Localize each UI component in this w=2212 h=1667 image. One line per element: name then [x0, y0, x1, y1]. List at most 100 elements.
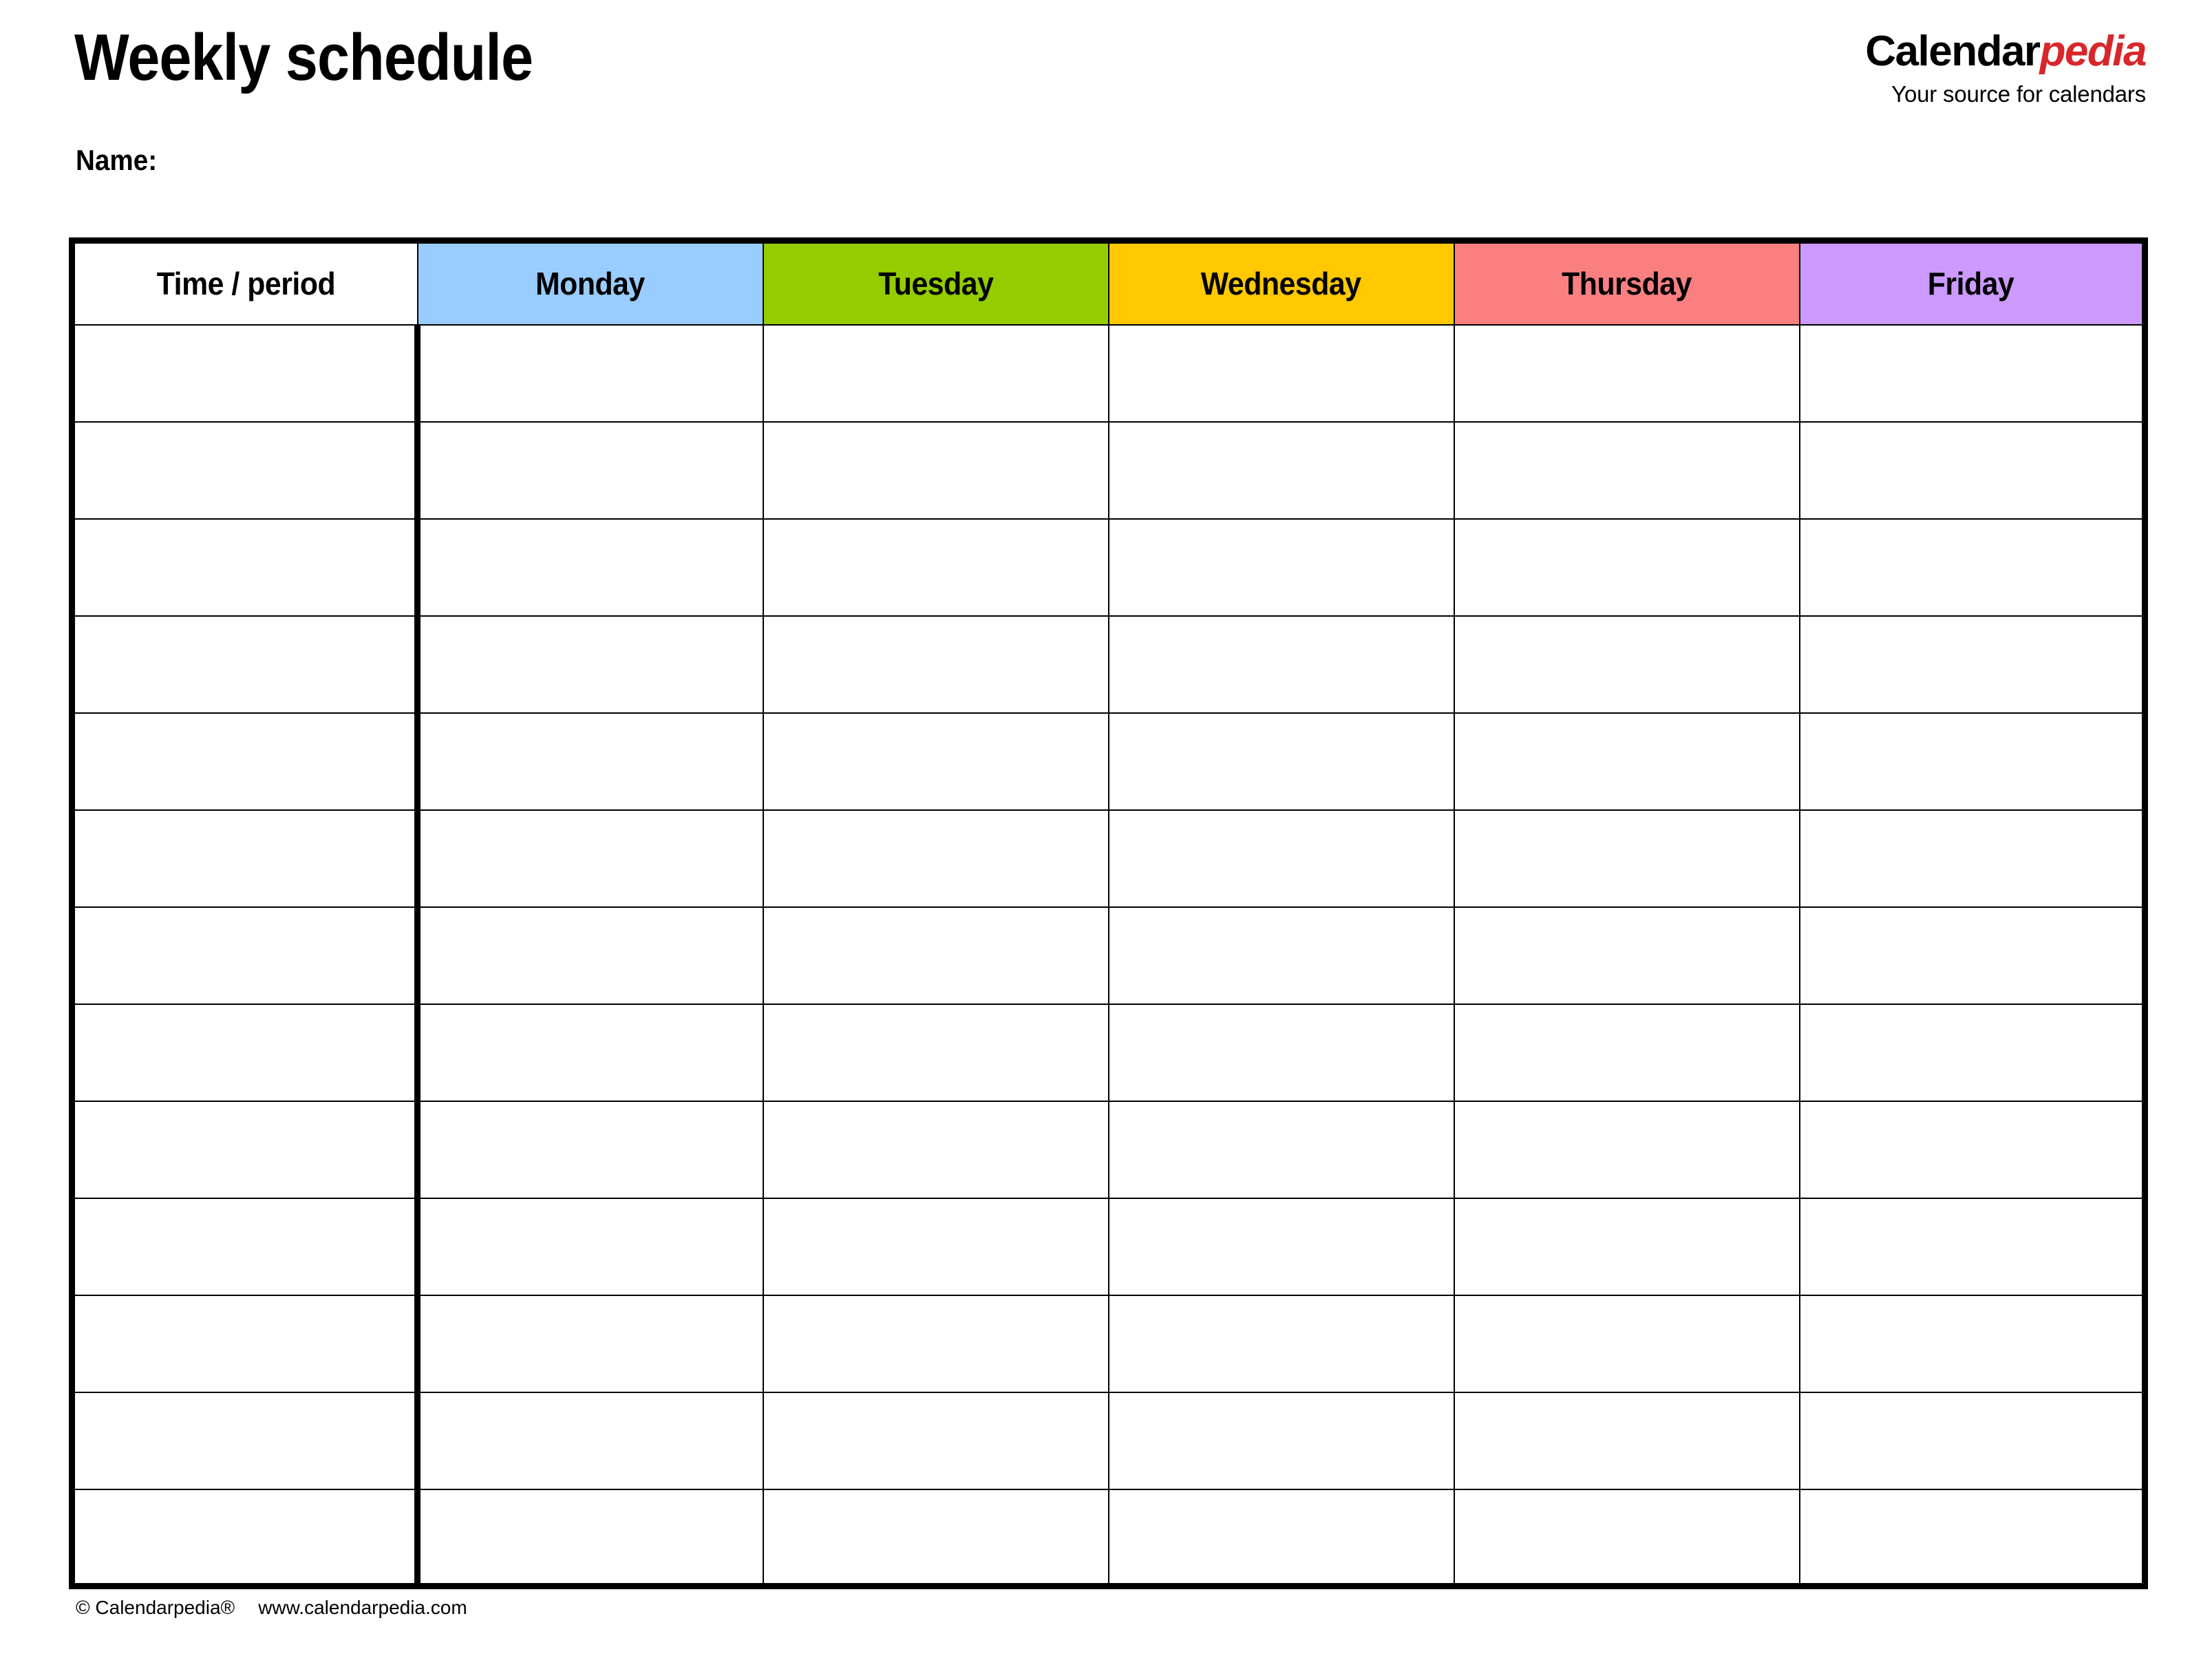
schedule-cell-thursday[interactable] — [1453, 712, 1800, 811]
brand-wordmark-accent: pedia — [2039, 28, 2147, 75]
time-period-cell[interactable] — [71, 1197, 421, 1296]
schedule-cell-tuesday[interactable] — [762, 809, 1109, 908]
schedule-cell-friday[interactable] — [1798, 1100, 2146, 1199]
schedule-cell-tuesday[interactable] — [762, 1488, 1109, 1587]
schedule-cell-wednesday[interactable] — [1107, 906, 1455, 1005]
schedule-cell-friday[interactable] — [1798, 518, 2146, 617]
schedule-cell-friday[interactable] — [1798, 421, 2146, 520]
schedule-cell-tuesday[interactable] — [762, 323, 1109, 423]
schedule-cell-thursday[interactable] — [1453, 1003, 1800, 1102]
schedule-cell-tuesday[interactable] — [762, 906, 1109, 1005]
schedule-table-body — [71, 323, 2146, 1587]
calendarpedia-logo: Calendarpedia Your source for calendars — [1865, 28, 2147, 107]
document-footer: © Calendarpedia® www.calendarpedia.com — [76, 1598, 467, 1617]
schedule-cell-wednesday[interactable] — [1107, 1488, 1455, 1587]
schedule-cell-friday[interactable] — [1798, 615, 2146, 714]
schedule-cell-thursday[interactable] — [1453, 1391, 1800, 1490]
time-period-cell[interactable] — [71, 323, 421, 423]
document-header: Weekly schedule Name: Calendarpedia Your… — [0, 0, 2212, 227]
schedule-cell-thursday[interactable] — [1453, 1294, 1800, 1393]
schedule-cell-tuesday[interactable] — [762, 518, 1109, 617]
time-period-cell[interactable] — [71, 1003, 421, 1102]
schedule-cell-wednesday[interactable] — [1107, 1003, 1455, 1102]
schedule-cell-wednesday[interactable] — [1107, 323, 1455, 423]
schedule-cell-thursday[interactable] — [1453, 421, 1800, 520]
column-header-monday: Monday — [416, 240, 764, 326]
time-period-cell[interactable] — [71, 1294, 421, 1393]
schedule-cell-wednesday[interactable] — [1107, 712, 1455, 811]
schedule-cell-tuesday[interactable] — [762, 712, 1109, 811]
time-period-cell[interactable] — [71, 421, 421, 520]
column-header-time: Time / period — [71, 240, 418, 326]
schedule-cell-friday[interactable] — [1798, 906, 2146, 1005]
schedule-cell-thursday[interactable] — [1453, 1100, 1800, 1199]
schedule-cell-monday[interactable] — [416, 323, 764, 423]
schedule-cell-thursday[interactable] — [1453, 518, 1800, 617]
name-field-label: Name: — [76, 144, 158, 176]
schedule-cell-friday[interactable] — [1798, 712, 2146, 811]
time-period-cell[interactable] — [71, 906, 421, 1005]
schedule-cell-wednesday[interactable] — [1107, 1294, 1455, 1393]
schedule-cell-friday[interactable] — [1798, 1197, 2146, 1296]
schedule-cell-tuesday[interactable] — [762, 1100, 1109, 1199]
schedule-cell-thursday[interactable] — [1453, 809, 1800, 908]
schedule-cell-thursday[interactable] — [1453, 323, 1800, 423]
schedule-cell-monday[interactable] — [416, 1488, 764, 1587]
schedule-cell-tuesday[interactable] — [762, 615, 1109, 714]
schedule-cell-monday[interactable] — [416, 906, 764, 1005]
schedule-cell-wednesday[interactable] — [1107, 421, 1455, 520]
schedule-cell-friday[interactable] — [1798, 809, 2146, 908]
schedule-cell-monday[interactable] — [416, 712, 764, 811]
schedule-cell-monday[interactable] — [416, 615, 764, 714]
schedule-cell-tuesday[interactable] — [762, 1197, 1109, 1296]
schedule-cell-monday[interactable] — [416, 809, 764, 908]
brand-tagline: Your source for calendars — [1891, 81, 2146, 107]
time-period-cell[interactable] — [71, 518, 421, 617]
schedule-cell-friday[interactable] — [1798, 323, 2146, 423]
schedule-cell-tuesday[interactable] — [762, 1003, 1109, 1102]
weekly-schedule-table: Time / period Monday Tuesday Wednesday Thurs… — [69, 237, 2148, 1589]
time-period-cell[interactable] — [71, 1488, 421, 1587]
time-period-cell[interactable] — [71, 1100, 421, 1199]
footer-copyright: © Calendarpedia® — [76, 1597, 235, 1618]
schedule-cell-friday[interactable] — [1798, 1003, 2146, 1102]
schedule-cell-thursday[interactable] — [1453, 615, 1800, 714]
schedule-cell-wednesday[interactable] — [1107, 1197, 1455, 1296]
table-row — [71, 1294, 2146, 1393]
time-period-cell[interactable] — [71, 615, 421, 714]
schedule-header-row: Time / period Monday Tuesday Wednesday Thurs… — [71, 240, 2146, 326]
schedule-cell-tuesday[interactable] — [762, 1294, 1109, 1393]
weekly-schedule-page: Weekly schedule Name: Calendarpedia Your… — [0, 0, 2212, 1667]
column-header-label: Time / period — [156, 266, 336, 302]
schedule-cell-thursday[interactable] — [1453, 1488, 1800, 1587]
schedule-cell-friday[interactable] — [1798, 1391, 2146, 1490]
table-row — [71, 1488, 2146, 1587]
table-row — [71, 906, 2146, 1005]
schedule-cell-monday[interactable] — [416, 1100, 764, 1199]
schedule-cell-wednesday[interactable] — [1107, 1391, 1455, 1490]
schedule-cell-wednesday[interactable] — [1107, 809, 1455, 908]
schedule-cell-wednesday[interactable] — [1107, 518, 1455, 617]
schedule-cell-monday[interactable] — [416, 1391, 764, 1490]
schedule-cell-thursday[interactable] — [1453, 1197, 1800, 1296]
schedule-cell-wednesday[interactable] — [1107, 615, 1455, 714]
schedule-cell-tuesday[interactable] — [762, 1391, 1109, 1490]
schedule-cell-tuesday[interactable] — [762, 421, 1109, 520]
schedule-cell-friday[interactable] — [1798, 1294, 2146, 1393]
schedule-cell-monday[interactable] — [416, 518, 764, 617]
column-header-tuesday: Tuesday — [762, 240, 1109, 326]
time-period-cell[interactable] — [71, 1391, 421, 1490]
schedule-cell-wednesday[interactable] — [1107, 1100, 1455, 1199]
schedule-cell-monday[interactable] — [416, 1197, 764, 1296]
schedule-cell-thursday[interactable] — [1453, 906, 1800, 1005]
schedule-cell-monday[interactable] — [416, 1003, 764, 1102]
time-period-cell[interactable] — [71, 809, 421, 908]
schedule-cell-monday[interactable] — [416, 1294, 764, 1393]
footer-website: www.calendarpedia.com — [258, 1597, 467, 1618]
column-header-friday: Friday — [1798, 240, 2146, 326]
table-row — [71, 809, 2146, 908]
time-period-cell[interactable] — [71, 712, 421, 811]
table-row — [71, 1391, 2146, 1490]
schedule-cell-friday[interactable] — [1798, 1488, 2146, 1587]
schedule-cell-monday[interactable] — [416, 421, 764, 520]
